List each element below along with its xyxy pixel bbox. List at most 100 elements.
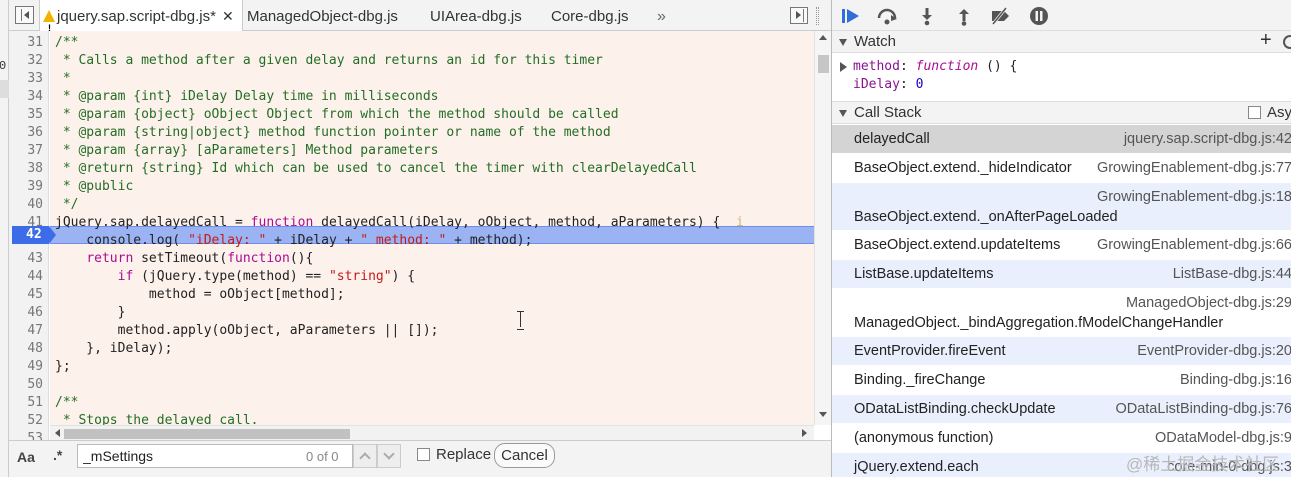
expand-triangle-icon[interactable]	[840, 62, 847, 72]
call-stack-frame[interactable]: BaseObject.extend._hideIndicator GrowingE…	[832, 154, 1291, 183]
pause-on-exceptions-icon[interactable]	[1028, 6, 1050, 26]
call-stack-frame[interactable]: delayedCall jquery.sap.script-dbg.js:42	[832, 125, 1291, 154]
horizontal-scrollbar[interactable]	[50, 425, 814, 440]
code-token: " method: "	[360, 233, 447, 248]
call-stack-frame[interactable]: BaseObject.extend._onAfterPageLoaded Grow…	[832, 183, 1291, 231]
watch-section-header[interactable]: Watch +	[832, 29, 1291, 53]
call-stack-frame[interactable]: ODataListBinding.checkUpdate ODataListBin…	[832, 395, 1291, 424]
tab-uiarea[interactable]: UIArea-dbg.js	[430, 0, 522, 31]
scroll-up-icon[interactable]	[819, 35, 827, 40]
tab-label: jquery.sap.script-dbg.js*	[57, 8, 216, 25]
code-line: method.apply(oObject, aParameters || [])…	[55, 322, 439, 340]
watermark: @稀土掘金技术社区	[1126, 455, 1280, 474]
frame-location-link[interactable]: GrowingEnablement-dbg.js:66	[1097, 237, 1291, 253]
line-number[interactable]: 32	[9, 52, 43, 70]
line-number[interactable]: 40	[9, 196, 43, 214]
step-over-icon[interactable]	[876, 6, 898, 26]
replace-checkbox[interactable]	[417, 448, 430, 461]
deactivate-breakpoints-icon[interactable]	[989, 6, 1011, 26]
frame-location-link[interactable]: ListBase-dbg.js:44	[1173, 266, 1291, 282]
frame-location-link[interactable]: GrowingEnablement-dbg.js:77	[1097, 160, 1291, 176]
line-number[interactable]: 38	[9, 160, 43, 178]
tab-core[interactable]: Core-dbg.js	[551, 0, 629, 31]
step-out-icon[interactable]	[953, 6, 975, 26]
code-line: };	[55, 358, 71, 376]
cancel-search-button[interactable]: Cancel	[494, 443, 555, 468]
line-number[interactable]: 51	[9, 394, 43, 412]
call-stack-frame[interactable]: Binding._fireChange Binding-dbg.js:16	[832, 366, 1291, 395]
tab-label: ManagedObject-dbg.js	[247, 8, 398, 25]
tab-managedobject[interactable]: ManagedObject-dbg.js	[247, 0, 398, 31]
frame-location-link[interactable]: ODataModel-dbg.js:9	[1155, 430, 1291, 446]
frame-function-name: delayedCall	[854, 131, 930, 147]
code-token: (){	[289, 251, 314, 266]
watch-item[interactable]: method: function () {	[832, 58, 1291, 76]
line-number[interactable]: 31	[9, 34, 43, 52]
line-number[interactable]: 47	[9, 322, 43, 340]
frame-location-link[interactable]: ODataListBinding-dbg.js:76	[1115, 401, 1291, 417]
frame-function-name: EventProvider.fireEvent	[854, 343, 1006, 359]
frame-location-link[interactable]: EventProvider-dbg.js:20	[1137, 343, 1291, 359]
line-number[interactable]: 49	[9, 358, 43, 376]
code-token: method = oObject[method];	[55, 287, 345, 302]
code-token: * @param {int} iDelay Delay time in mill…	[55, 89, 439, 104]
line-number[interactable]: 36	[9, 124, 43, 142]
line-number[interactable]: 37	[9, 142, 43, 160]
call-stack-frame[interactable]: ManagedObject._bindAggregation.fModelCha…	[832, 289, 1291, 337]
match-count: 0 of 0	[306, 449, 339, 464]
line-number[interactable]: 46	[9, 304, 43, 322]
code-token: "iDelay: "	[188, 233, 267, 248]
call-stack-frame[interactable]: EventProvider.fireEvent EventProvider-dbg…	[832, 337, 1291, 366]
scroll-right-icon[interactable]	[802, 429, 807, 437]
resume-icon[interactable]	[840, 6, 862, 26]
code-token: setTimeout(	[133, 251, 228, 266]
line-number[interactable]: 52	[9, 412, 43, 430]
left-panel-edge: 0	[0, 0, 9, 477]
scroll-down-icon[interactable]	[819, 412, 827, 417]
vertical-scrollbar[interactable]	[814, 31, 831, 425]
line-number[interactable]: 34	[9, 88, 43, 106]
line-number[interactable]: 53	[9, 430, 43, 440]
close-tab-icon[interactable]: ✕	[222, 8, 234, 24]
line-number[interactable]: 48	[9, 340, 43, 358]
line-number[interactable]: 39	[9, 178, 43, 196]
frame-location-link[interactable]: GrowingEnablement-dbg.js:18	[1097, 189, 1291, 205]
next-match-button[interactable]	[377, 444, 401, 468]
call-stack-frame[interactable]: (anonymous function) ODataModel-dbg.js:9	[832, 424, 1291, 453]
refresh-icon[interactable]	[1283, 35, 1291, 49]
regex-toggle[interactable]: .*	[53, 447, 62, 463]
line-number[interactable]: 35	[9, 106, 43, 124]
expand-triangle-icon	[839, 110, 847, 117]
code-editor[interactable]: 3132333435363738394041424344454647484950…	[9, 31, 831, 440]
expand-triangle-icon	[839, 39, 847, 46]
call-stack-section-header[interactable]: Call Stack Async	[832, 101, 1291, 124]
more-tabs-button[interactable]: »	[657, 0, 666, 33]
add-watch-button[interactable]: +	[1260, 29, 1272, 51]
frame-location-link[interactable]: ManagedObject-dbg.js:29	[1126, 295, 1291, 311]
editor-tab-bar: ! jquery.sap.script-dbg.js* ✕ ManagedObjec…	[9, 0, 831, 33]
previous-match-button[interactable]	[353, 444, 377, 468]
call-stack-frame[interactable]: BaseObject.extend.updateItems GrowingEnab…	[832, 231, 1291, 260]
toggle-debugger-sidebar-button[interactable]	[790, 7, 808, 24]
watch-item[interactable]: iDelay: 0	[832, 76, 1291, 94]
match-case-toggle[interactable]: Aa	[17, 449, 35, 465]
frame-location-link[interactable]: Binding-dbg.js:16	[1180, 372, 1291, 388]
horizontal-scroll-thumb[interactable]	[64, 429, 350, 439]
line-number[interactable]: 44	[9, 268, 43, 286]
scroll-left-icon[interactable]	[55, 429, 60, 437]
step-into-icon[interactable]	[916, 6, 938, 26]
call-stack-frame[interactable]: ListBase.updateItems ListBase-dbg.js:44	[832, 260, 1291, 289]
chevron-up-icon	[359, 452, 371, 464]
line-number[interactable]: 43	[9, 250, 43, 268]
line-number[interactable]: 50	[9, 376, 43, 394]
toggle-navigator-button[interactable]	[15, 6, 34, 24]
async-checkbox[interactable]	[1248, 106, 1261, 119]
frame-location-link[interactable]: jquery.sap.script-dbg.js:42	[1124, 131, 1291, 147]
vertical-scroll-thumb[interactable]	[818, 55, 829, 73]
tab-jquery-sap-script[interactable]: ! jquery.sap.script-dbg.js* ✕	[39, 0, 243, 33]
line-number[interactable]: 45	[9, 286, 43, 304]
line-number[interactable]: 33	[9, 70, 43, 88]
breakpoint-marker[interactable]: 42	[12, 226, 56, 244]
code-line: */	[55, 196, 79, 214]
code-line: }, iDelay);	[55, 340, 172, 358]
